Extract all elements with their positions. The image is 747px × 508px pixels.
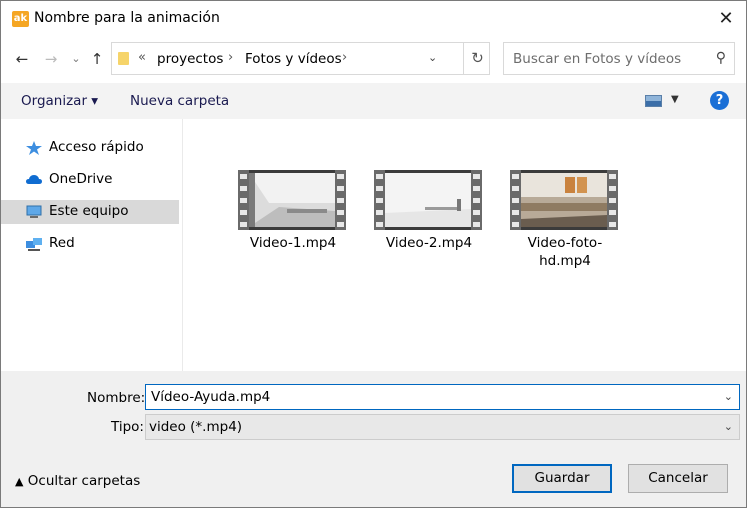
sidebar-item-this-pc[interactable]: Este equipo bbox=[1, 200, 179, 224]
save-form: Nombre: Vídeo-Ayuda.mp4 ⌄ Tipo: video (*… bbox=[1, 371, 746, 507]
forward-button[interactable]: → bbox=[40, 48, 62, 70]
view-icon[interactable] bbox=[645, 95, 662, 107]
computer-icon bbox=[26, 205, 42, 218]
file-name-value: Vídeo-Ayuda.mp4 bbox=[151, 389, 271, 405]
refresh-button[interactable]: ↻ bbox=[463, 43, 491, 74]
sidebar-item-label: Red bbox=[49, 235, 75, 251]
type-label: Tipo: bbox=[111, 419, 144, 435]
network-icon bbox=[26, 238, 42, 251]
sidebar-item-onedrive[interactable]: OneDrive bbox=[1, 168, 179, 192]
folder-icon bbox=[118, 52, 129, 65]
video-thumbnail bbox=[374, 170, 482, 230]
breadcrumb-separator[interactable]: › bbox=[342, 50, 347, 65]
chevron-down-icon[interactable]: ⌄ bbox=[724, 390, 733, 403]
name-label: Nombre: bbox=[87, 390, 146, 406]
breadcrumb-separator[interactable]: › bbox=[228, 50, 233, 65]
help-icon[interactable]: ? bbox=[710, 91, 729, 110]
back-button[interactable]: ← bbox=[11, 48, 33, 70]
app-logo-icon: ak bbox=[12, 11, 29, 27]
file-name: Video-foto-hd.mp4 bbox=[527, 235, 603, 269]
address-bar[interactable]: « proyectos › Fotos y vídeos › ⌄ ↻ bbox=[111, 42, 490, 75]
chevron-down-icon[interactable]: ⌄ bbox=[724, 420, 733, 433]
save-dialog: ak Nombre para la animación ✕ ← → ⌄ ↑ « … bbox=[0, 0, 747, 508]
star-icon bbox=[26, 141, 42, 155]
dialog-title: Nombre para la animación bbox=[34, 10, 220, 26]
file-list: Video-1.mp4 Video-2.mp4 Video-foto-hd.mp… bbox=[184, 119, 746, 371]
close-button[interactable]: ✕ bbox=[714, 7, 738, 31]
view-options-dropdown[interactable]: ▼ bbox=[671, 94, 679, 105]
sidebar-item-network[interactable]: Red bbox=[1, 232, 179, 256]
new-folder-button[interactable]: Nueva carpeta bbox=[130, 93, 229, 109]
video-frame-image bbox=[521, 173, 607, 227]
sidebar-item-label: OneDrive bbox=[49, 171, 113, 187]
video-frame-image bbox=[249, 173, 335, 227]
hide-folders-toggle[interactable]: ▲ Ocultar carpetas bbox=[15, 473, 140, 489]
file-name: Video-2.mp4 bbox=[385, 235, 473, 251]
video-thumbnail bbox=[510, 170, 618, 230]
breadcrumb-fotos-y-videos[interactable]: Fotos y vídeos bbox=[245, 51, 342, 67]
navigation-pane: Acceso rápido OneDrive Este equipo Red bbox=[1, 119, 183, 371]
video-frame-image bbox=[385, 173, 471, 227]
file-name: Video-1.mp4 bbox=[249, 235, 337, 251]
breadcrumb-overflow[interactable]: « bbox=[138, 50, 146, 65]
cloud-icon bbox=[26, 175, 42, 184]
search-placeholder: Buscar en Fotos y vídeos bbox=[513, 51, 682, 67]
video-thumbnail bbox=[238, 170, 346, 230]
hide-folders-label: Ocultar carpetas bbox=[27, 473, 141, 489]
search-icon: ⚲ bbox=[715, 50, 726, 66]
file-type-select[interactable]: video (*.mp4) ⌄ bbox=[145, 414, 740, 440]
breadcrumb-proyectos[interactable]: proyectos bbox=[157, 51, 223, 67]
organize-menu[interactable]: Organizar ▾ bbox=[21, 93, 98, 109]
command-bar: Organizar ▾ Nueva carpeta ▼ ? bbox=[1, 83, 746, 119]
file-type-value: video (*.mp4) bbox=[149, 419, 243, 435]
title-bar: ak Nombre para la animación ✕ bbox=[1, 1, 746, 37]
chevron-up-icon: ▲ bbox=[15, 475, 24, 488]
save-button[interactable]: Guardar bbox=[512, 464, 612, 493]
sidebar-item-quick-access[interactable]: Acceso rápido bbox=[1, 136, 179, 160]
sidebar-item-label: Este equipo bbox=[49, 203, 129, 219]
sidebar-item-label: Acceso rápido bbox=[49, 139, 144, 155]
search-input[interactable]: Buscar en Fotos y vídeos ⚲ bbox=[503, 42, 735, 75]
file-name-input[interactable]: Vídeo-Ayuda.mp4 ⌄ bbox=[145, 384, 740, 410]
up-button[interactable]: ↑ bbox=[86, 48, 108, 70]
cancel-button[interactable]: Cancelar bbox=[628, 464, 728, 493]
recent-locations-button[interactable]: ⌄ bbox=[65, 48, 87, 70]
address-dropdown-icon[interactable]: ⌄ bbox=[428, 51, 437, 64]
